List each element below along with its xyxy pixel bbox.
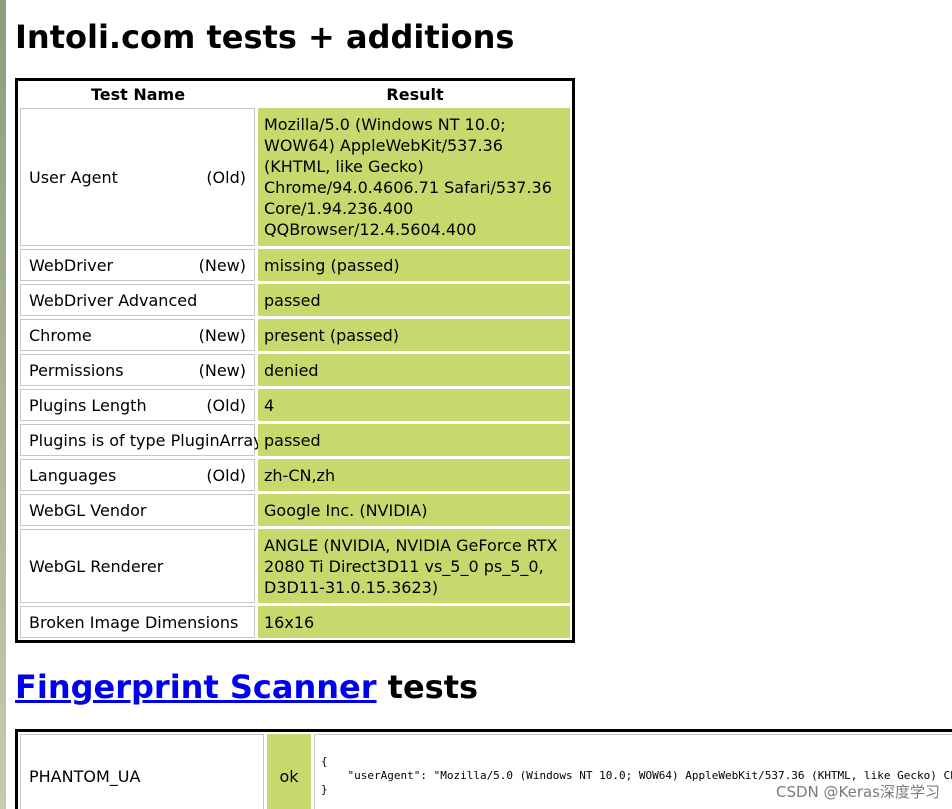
test-name: WebGL Renderer (29, 556, 164, 576)
test-result-cell: 4 (258, 389, 570, 421)
test-age-tag: (New) (198, 255, 246, 275)
test-name: Chrome (29, 325, 92, 345)
test-name-cell: User Agent (Old) (20, 108, 255, 246)
test-name-cell: Broken Image Dimensions (20, 606, 255, 638)
test-name-cell: WebGL Renderer (20, 529, 255, 603)
test-result-cell: 16x16 (258, 606, 570, 638)
test-name-cell: Chrome (New) (20, 319, 255, 351)
test-name: Plugins Length (29, 395, 147, 415)
test-name: Broken Image Dimensions (29, 612, 239, 632)
test-age-tag: (Old) (206, 167, 246, 187)
table-body: User Agent (Old) Mozilla/5.0 (Windows NT 1… (18, 108, 572, 638)
test-name-cell: Plugins Length (Old) (20, 389, 255, 421)
test-name-cell: WebDriver Advanced (20, 284, 255, 316)
table-row: Plugins Length (Old) 4 (20, 389, 570, 421)
table-row: WebDriver (New) missing (passed) (20, 249, 570, 281)
test-name: WebDriver Advanced (29, 290, 198, 310)
test-result-cell: Mozilla/5.0 (Windows NT 10.0; WOW64) App… (258, 108, 570, 246)
test-result-cell: passed (258, 284, 570, 316)
header-test-name: Test Name (90, 85, 186, 104)
test-result-cell: zh-CN,zh (258, 459, 570, 491)
section-title-fingerprint: Fingerprint Scanner tests (15, 667, 478, 707)
table-row: Broken Image Dimensions 16x16 (20, 606, 570, 638)
test-name-cell: Permissions (New) (20, 354, 255, 386)
table-row: Plugins is of type PluginArray passed (20, 424, 570, 456)
test-result-cell: present (passed) (258, 319, 570, 351)
test-result-cell: ANGLE (NVIDIA, NVIDIA GeForce RTX 2080 T… (258, 529, 570, 603)
test-name-cell: Languages (Old) (20, 459, 255, 491)
page-title: Intoli.com tests + additions (15, 18, 515, 56)
test-age-tag: (Old) (206, 395, 246, 415)
header-result: Result (386, 85, 444, 104)
left-edge-strip (0, 0, 6, 809)
test-age-tag: (New) (198, 360, 246, 380)
fingerprint-scanner-link[interactable]: Fingerprint Scanner (15, 668, 377, 706)
test-name-cell: Plugins is of type PluginArray (20, 424, 263, 456)
test-name-cell: WebDriver (New) (20, 249, 255, 281)
test-name: WebGL Vendor (29, 500, 147, 520)
section-title-suffix: tests (376, 668, 479, 706)
test-name: Permissions (29, 360, 124, 380)
test-name: WebDriver (29, 255, 114, 275)
table-row: Permissions (New) denied (20, 354, 570, 386)
test-age-tag: (Old) (206, 465, 246, 485)
test-name-cell: PHANTOM_UA (20, 734, 264, 809)
table-row: Chrome (New) present (passed) (20, 319, 570, 351)
test-result-cell: Google Inc. (NVIDIA) (258, 494, 570, 526)
test-result-cell: denied (258, 354, 570, 386)
test-status-cell: ok (267, 734, 311, 809)
table-row: WebGL Vendor Google Inc. (NVIDIA) (20, 494, 570, 526)
table-header: Test Name Result (18, 81, 572, 108)
test-name: Languages (29, 465, 117, 485)
test-name: User Agent (29, 167, 118, 187)
table-row: User Agent (Old) Mozilla/5.0 (Windows NT 1… (20, 108, 570, 246)
table-row: WebGL Renderer ANGLE (NVIDIA, NVIDIA GeFo… (20, 529, 570, 603)
test-result-cell: passed (258, 424, 570, 456)
table-row: WebDriver Advanced passed (20, 284, 570, 316)
test-result-cell: missing (passed) (258, 249, 570, 281)
intoli-tests-table: Test Name Result User Agent (Old) Mozilla/… (15, 78, 575, 643)
test-name: Plugins is of type PluginArray (29, 430, 263, 450)
table-row: Languages (Old) zh-CN,zh (20, 459, 570, 491)
test-age-tag: (New) (198, 325, 246, 345)
test-name-cell: WebGL Vendor (20, 494, 255, 526)
watermark: CSDN @Keras深度学习 (775, 783, 940, 801)
